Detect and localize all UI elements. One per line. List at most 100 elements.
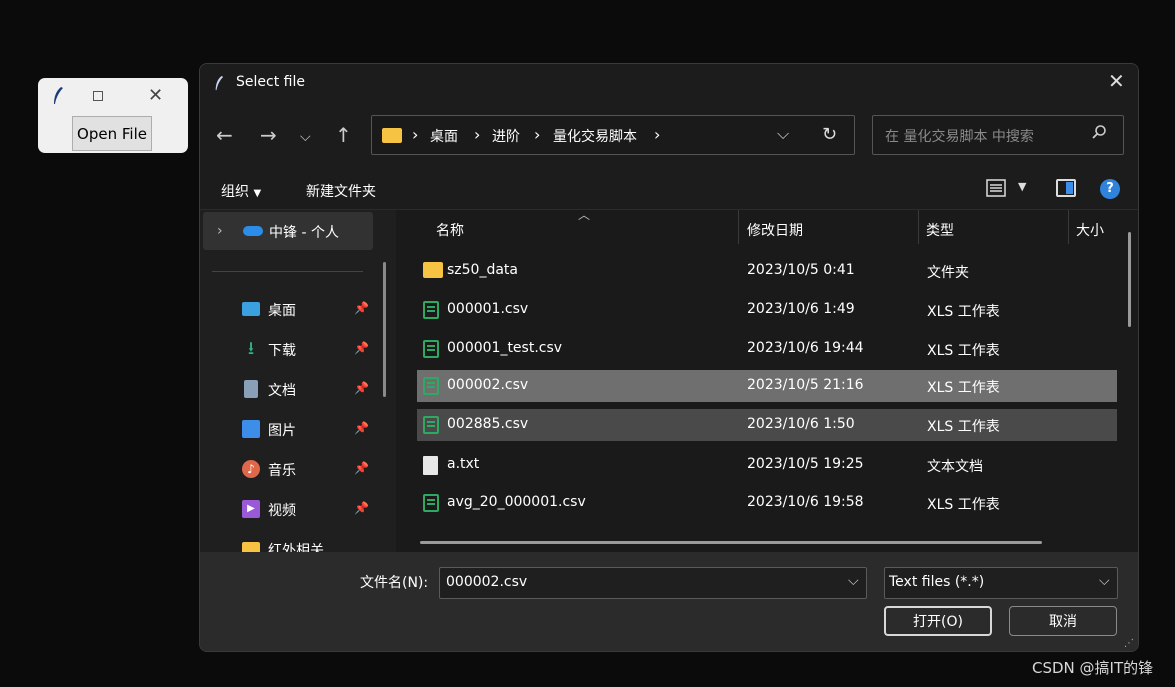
recent-locations-chevron-icon[interactable]: ⌵ xyxy=(300,127,311,147)
search-icon[interactable] xyxy=(1091,124,1107,140)
new-folder-button[interactable]: 新建文件夹 xyxy=(306,181,376,201)
cancel-button[interactable]: 取消 xyxy=(1009,606,1117,636)
column-divider[interactable] xyxy=(738,210,739,244)
folder-icon xyxy=(423,262,443,278)
csv-icon xyxy=(423,416,439,434)
filter-value: Text files (*.*) xyxy=(889,574,985,590)
pin-icon: 📌 xyxy=(354,381,369,395)
file-name: avg_20_000001.csv xyxy=(447,494,586,510)
feather-icon xyxy=(215,76,224,91)
close-icon[interactable]: ✕ xyxy=(148,87,163,105)
csv-icon xyxy=(423,494,439,512)
preview-pane-icon[interactable] xyxy=(1056,179,1076,197)
dialog-title: Select file xyxy=(236,74,305,90)
search-box[interactable]: 在 量化交易脚本 中搜索 xyxy=(872,115,1124,155)
chevron-down-icon[interactable]: ⌵ xyxy=(848,573,859,589)
file-type: XLS 工作表 xyxy=(927,380,1000,396)
file-date: 2023/10/5 19:25 xyxy=(747,456,864,472)
sidebar-scrollbar[interactable] xyxy=(383,262,386,397)
sidebar-item-documents[interactable]: 文档 📌 xyxy=(200,370,393,410)
file-dialog: Select file ✕ ← → ⌵ ↑ › 桌面 › 进阶 › 量化交易脚本… xyxy=(199,63,1139,652)
file-row[interactable]: sz50_data 2023/10/5 0:41 文件夹 xyxy=(417,255,1117,287)
sidebar-item-onedrive[interactable]: › 中锋 - 个人 xyxy=(203,212,373,250)
organize-menu[interactable]: 组织 ▼ xyxy=(221,181,261,201)
file-type: 文本文档 xyxy=(927,459,983,475)
close-icon[interactable]: ✕ xyxy=(1108,71,1125,91)
open-button[interactable]: 打开(O) xyxy=(884,606,992,636)
pin-icon: 📌 xyxy=(354,421,369,435)
forward-arrow-icon[interactable]: → xyxy=(260,125,277,145)
file-date: 2023/10/6 19:58 xyxy=(747,494,864,510)
chevron-right-icon[interactable]: › xyxy=(217,223,223,239)
column-header-name[interactable]: 名称 xyxy=(436,220,464,240)
column-divider[interactable] xyxy=(918,210,919,244)
desktop-icon xyxy=(242,302,260,316)
file-type: XLS 工作表 xyxy=(927,343,1000,359)
address-bar[interactable]: › 桌面 › 进阶 › 量化交易脚本 › ⌵ ↻ xyxy=(371,115,855,155)
file-type: XLS 工作表 xyxy=(927,419,1000,435)
column-header-date[interactable]: 修改日期 xyxy=(747,220,803,240)
breadcrumb-desktop[interactable]: 桌面 xyxy=(430,126,458,146)
download-icon: ⭳ xyxy=(247,338,255,359)
sidebar-item-infrared[interactable]: 红外相关 xyxy=(200,530,393,552)
chevron-down-icon[interactable]: ⌵ xyxy=(777,124,789,144)
navigation-pane: › 中锋 - 个人 桌面 📌 ⭳ 下载 📌 文档 📌 图片 📌 ♪ 音乐 📌 ▶… xyxy=(200,210,393,552)
file-row-hover[interactable]: 002885.csv 2023/10/6 1:50 XLS 工作表 xyxy=(417,409,1117,441)
csv-icon xyxy=(423,301,439,319)
breadcrumb-advanced[interactable]: 进阶 xyxy=(492,126,520,146)
file-row[interactable]: 000001_test.csv 2023/10/6 19:44 XLS 工作表 xyxy=(417,333,1117,365)
sidebar-item-music[interactable]: ♪ 音乐 📌 xyxy=(200,450,393,490)
refresh-icon[interactable]: ↻ xyxy=(822,124,837,145)
file-row-selected[interactable]: 000002.csv 2023/10/5 21:16 XLS 工作表 xyxy=(417,370,1117,402)
divider xyxy=(212,271,363,272)
sidebar-item-label: 红外相关 xyxy=(268,543,324,552)
onedrive-cloud-icon xyxy=(243,226,263,236)
file-row[interactable]: a.txt 2023/10/5 19:25 文本文档 xyxy=(417,449,1117,481)
sidebar-item-desktop[interactable]: 桌面 📌 xyxy=(200,290,393,330)
sidebar-item-videos[interactable]: ▶ 视频 📌 xyxy=(200,490,393,530)
filename-combobox[interactable]: 000002.csv ⌵ xyxy=(439,567,867,599)
videos-icon: ▶ xyxy=(242,500,260,518)
file-type: XLS 工作表 xyxy=(927,497,1000,513)
resize-grip-icon[interactable]: ⋰ xyxy=(1124,638,1134,649)
sidebar-item-pictures[interactable]: 图片 📌 xyxy=(200,410,393,450)
file-name: 000001_test.csv xyxy=(447,340,563,356)
file-row[interactable]: avg_20_000001.csv 2023/10/6 19:58 XLS 工作… xyxy=(417,487,1117,519)
organize-label: 组织 xyxy=(221,184,249,200)
sidebar-item-downloads[interactable]: ⭳ 下载 📌 xyxy=(200,330,393,370)
breadcrumb-current-folder[interactable]: 量化交易脚本 xyxy=(553,126,637,146)
pin-icon: 📌 xyxy=(354,341,369,355)
up-arrow-icon[interactable]: ↑ xyxy=(335,125,352,145)
breadcrumb-separator: › xyxy=(412,125,419,144)
pin-icon: 📌 xyxy=(354,301,369,315)
horizontal-scrollbar[interactable] xyxy=(420,541,1042,544)
maximize-icon[interactable] xyxy=(93,91,103,101)
breadcrumb-separator: › xyxy=(474,125,481,144)
chevron-down-icon[interactable]: ⌵ xyxy=(1099,573,1110,589)
chevron-down-icon[interactable]: ▼ xyxy=(1018,180,1026,193)
sidebar-item-label: 音乐 xyxy=(268,463,296,479)
breadcrumb-separator: › xyxy=(654,125,661,144)
back-arrow-icon[interactable]: ← xyxy=(216,125,233,145)
column-header-size[interactable]: 大小 xyxy=(1076,220,1104,240)
folder-icon xyxy=(242,542,260,552)
pictures-icon xyxy=(242,420,260,438)
music-icon: ♪ xyxy=(242,460,260,478)
filename-value: 000002.csv xyxy=(446,574,528,590)
column-header-type[interactable]: 类型 xyxy=(926,220,954,240)
file-type: XLS 工作表 xyxy=(927,304,1000,320)
sidebar-item-label: 视频 xyxy=(268,503,296,519)
view-options-icon[interactable] xyxy=(986,179,1006,197)
column-divider[interactable] xyxy=(1068,210,1069,244)
file-type-filter[interactable]: Text files (*.*) ⌵ xyxy=(884,567,1118,599)
file-name: a.txt xyxy=(447,456,480,472)
help-icon[interactable]: ? xyxy=(1100,179,1120,199)
sidebar-item-label: 桌面 xyxy=(268,303,296,319)
vertical-scrollbar[interactable] xyxy=(1128,232,1131,327)
file-date: 2023/10/6 19:44 xyxy=(747,340,864,356)
file-type: 文件夹 xyxy=(927,265,969,281)
folder-icon xyxy=(382,128,402,143)
open-file-button[interactable]: Open File xyxy=(72,116,152,151)
file-name: 000001.csv xyxy=(447,301,529,317)
file-row[interactable]: 000001.csv 2023/10/6 1:49 XLS 工作表 xyxy=(417,294,1117,326)
